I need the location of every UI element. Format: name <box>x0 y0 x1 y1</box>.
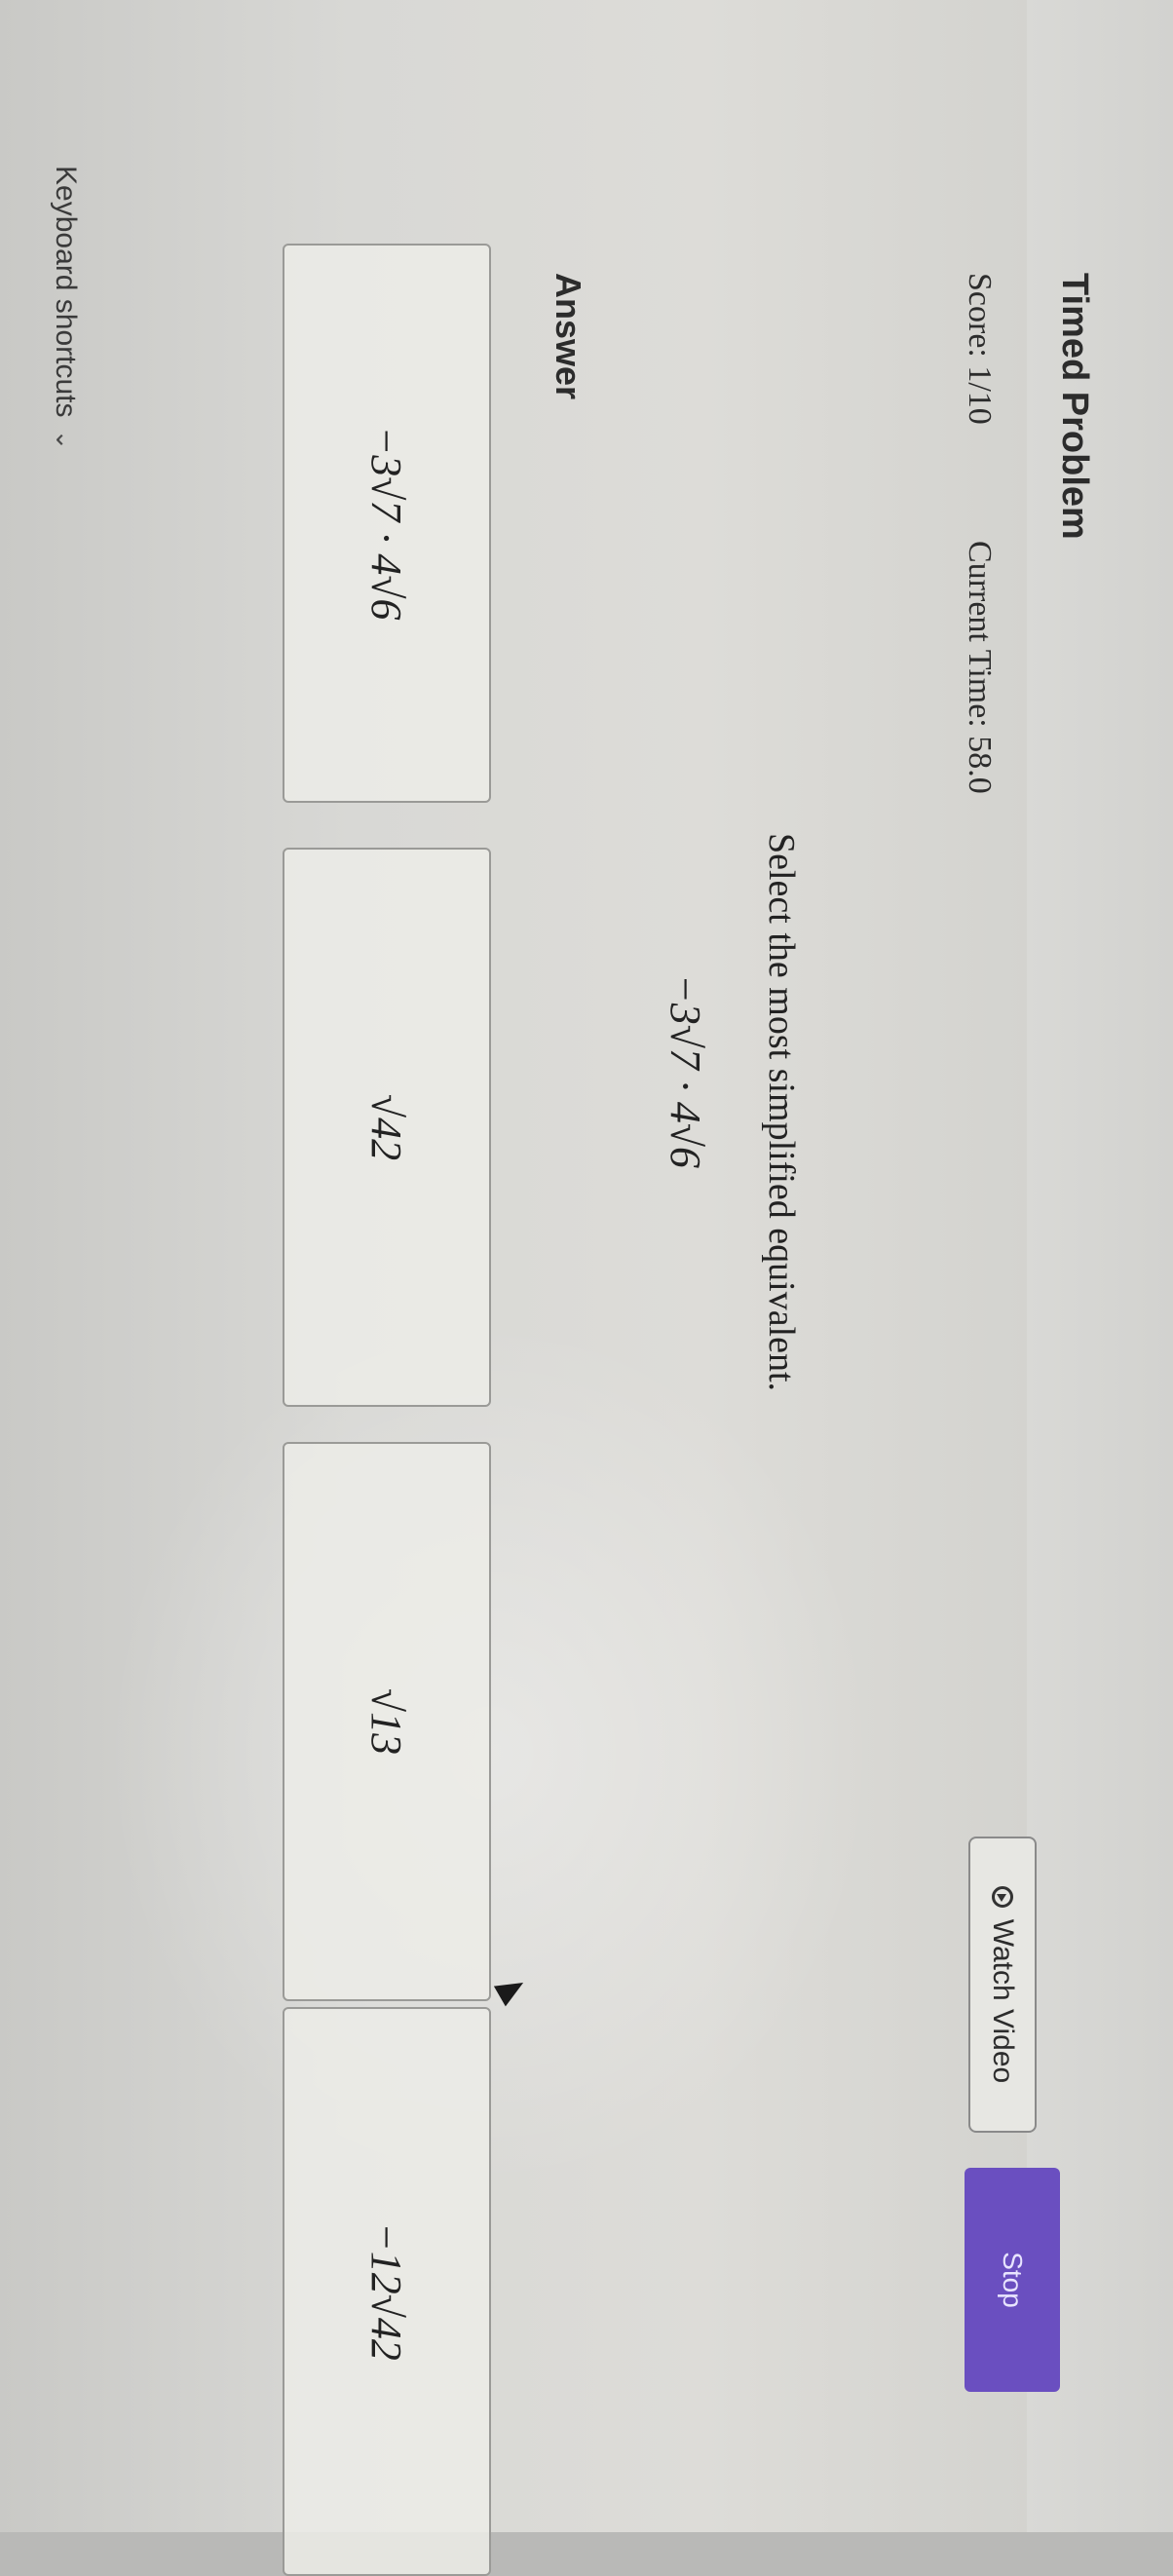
browser-top-band <box>1027 0 1173 2532</box>
answer-choice-3[interactable]: √13 <box>283 1442 491 2001</box>
watch-video-button[interactable]: Watch Video <box>968 1837 1037 2133</box>
play-circle-icon <box>992 1885 1013 1908</box>
answer-choice-4[interactable]: −12√42 <box>283 2007 491 2576</box>
question-prompt: Select the most simplified equivalent. <box>761 833 802 1392</box>
question-expression: −3√7 · 4√6 <box>662 974 709 1168</box>
chevron-down-icon: ⌄ <box>51 429 81 451</box>
screen: Timed Problem Score: 1/10 Current Time: … <box>0 0 1173 2576</box>
watch-video-label: Watch Video <box>987 1918 1019 2084</box>
page-frame: Timed Problem Score: 1/10 Current Time: … <box>0 0 1173 2576</box>
keyboard-shortcuts-toggle[interactable]: Keyboard shortcuts ⌄ <box>49 166 82 450</box>
mouse-cursor <box>493 1972 530 2007</box>
screen-glare <box>101 1315 881 2192</box>
current-time-text: Current Time: 58.0 <box>962 541 998 794</box>
score-text: Score: 1/10 <box>962 273 998 425</box>
answer-choice-2[interactable]: √42 <box>283 848 491 1407</box>
keyboard-shortcuts-label: Keyboard shortcuts <box>50 166 82 418</box>
answer-choice-1[interactable]: −3√7 · 4√6 <box>283 244 491 803</box>
stop-button[interactable]: Stop <box>965 2168 1060 2392</box>
answer-label: Answer <box>549 273 588 400</box>
page-title: Timed Problem <box>1054 273 1095 540</box>
